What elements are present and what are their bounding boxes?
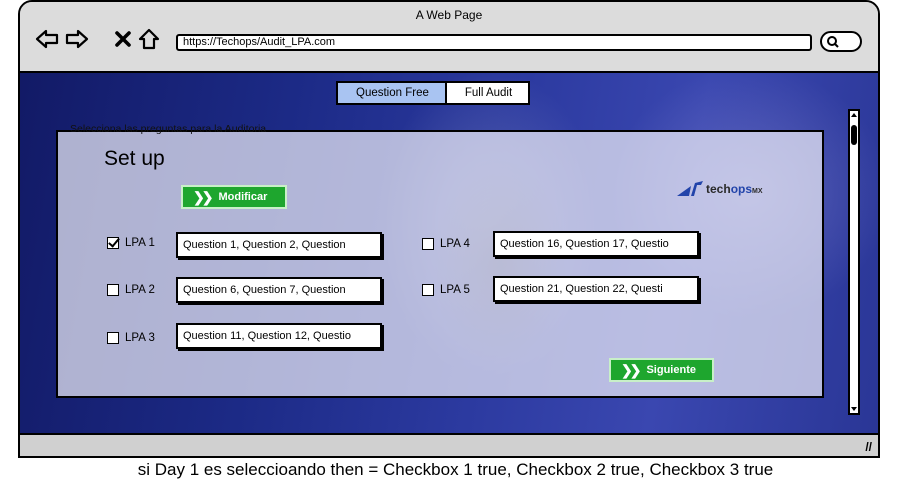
tab-question-free[interactable]: Question Free	[338, 83, 447, 103]
lpa-4-checkbox[interactable]	[422, 238, 434, 250]
lpa-3-label: LPA 3	[125, 332, 155, 344]
lpa-1-label: LPA 1	[125, 237, 155, 249]
scroll-up-arrow-icon[interactable]	[850, 111, 858, 119]
back-arrow-icon[interactable]	[34, 26, 60, 52]
page-title: Set up	[104, 147, 165, 170]
logo-text: techopsMX	[706, 182, 763, 196]
panel-legend: Selecciona las preguntas para la Auditor…	[70, 123, 267, 135]
logo-suffix: MX	[752, 188, 763, 195]
annotation-note: si Day 1 es seleccioando then = Checkbox…	[137, 460, 774, 479]
close-icon[interactable]	[110, 26, 136, 52]
lpa-4-label: LPA 4	[440, 238, 470, 250]
techops-logo: techopsMX	[677, 180, 787, 198]
lpa-4-option[interactable]: LPA 4	[422, 238, 470, 250]
siguiente-button[interactable]: ❯❯ Siguiente	[611, 360, 712, 380]
scroll-down-arrow-icon[interactable]	[850, 405, 858, 413]
status-bar: //	[20, 433, 878, 456]
title-bar: A Web Page https://Techops/Audit_LPA.com	[20, 2, 878, 73]
lpa-4-questions-field[interactable]: Question 16, Question 17, Questio	[493, 231, 699, 257]
tab-bar: Question Free Full Audit	[336, 81, 531, 105]
techops-logo-mark-icon	[677, 181, 703, 196]
logo-brand-accent: ops	[730, 182, 753, 196]
lpa-5-label: LPA 5	[440, 284, 470, 296]
search-field[interactable]	[820, 31, 862, 52]
lpa-1-option[interactable]: LPA 1	[107, 237, 155, 249]
lpa-5-questions-field[interactable]: Question 21, Question 22, Questi	[493, 276, 699, 302]
lpa-5-checkbox[interactable]	[422, 284, 434, 296]
siguiente-label: Siguiente	[646, 364, 696, 376]
vertical-scrollbar[interactable]	[848, 109, 860, 415]
lpa-2-label: LPA 2	[125, 284, 155, 296]
lpa-2-questions-field[interactable]: Question 6, Question 7, Question	[176, 277, 382, 303]
search-icon	[827, 35, 839, 48]
home-icon[interactable]	[136, 26, 162, 52]
modificar-button[interactable]: ❯❯ Modificar	[183, 187, 285, 207]
url-bar[interactable]: https://Techops/Audit_LPA.com	[176, 34, 812, 51]
lpa-1-questions-field[interactable]: Question 1, Question 2, Question	[176, 232, 382, 258]
question-selection-panel	[56, 130, 824, 398]
double-chevron-right-icon: ❯❯	[193, 188, 214, 205]
lpa-3-checkbox[interactable]	[107, 332, 119, 344]
window-title: A Web Page	[415, 8, 483, 22]
scrollbar-thumb[interactable]	[851, 125, 857, 145]
panel-legend-line	[60, 130, 68, 132]
lpa-2-option[interactable]: LPA 2	[107, 284, 155, 296]
browser-window: A Web Page https://Techops/Audit_LPA.com…	[18, 0, 880, 458]
lpa-1-checkbox[interactable]	[107, 237, 119, 249]
lpa-3-questions-field[interactable]: Question 11, Question 12, Questio	[176, 323, 382, 349]
resize-grip-icon[interactable]: //	[865, 440, 872, 454]
lpa-3-option[interactable]: LPA 3	[107, 332, 155, 344]
page-content: Question Free Full Audit Selecciona las …	[20, 73, 878, 433]
lpa-5-option[interactable]: LPA 5	[422, 284, 470, 296]
forward-arrow-icon[interactable]	[64, 26, 90, 52]
double-chevron-right-icon: ❯❯	[621, 361, 642, 378]
logo-brand: tech	[706, 182, 731, 196]
lpa-2-checkbox[interactable]	[107, 284, 119, 296]
tab-full-audit[interactable]: Full Audit	[447, 83, 528, 103]
modificar-label: Modificar	[218, 191, 268, 203]
